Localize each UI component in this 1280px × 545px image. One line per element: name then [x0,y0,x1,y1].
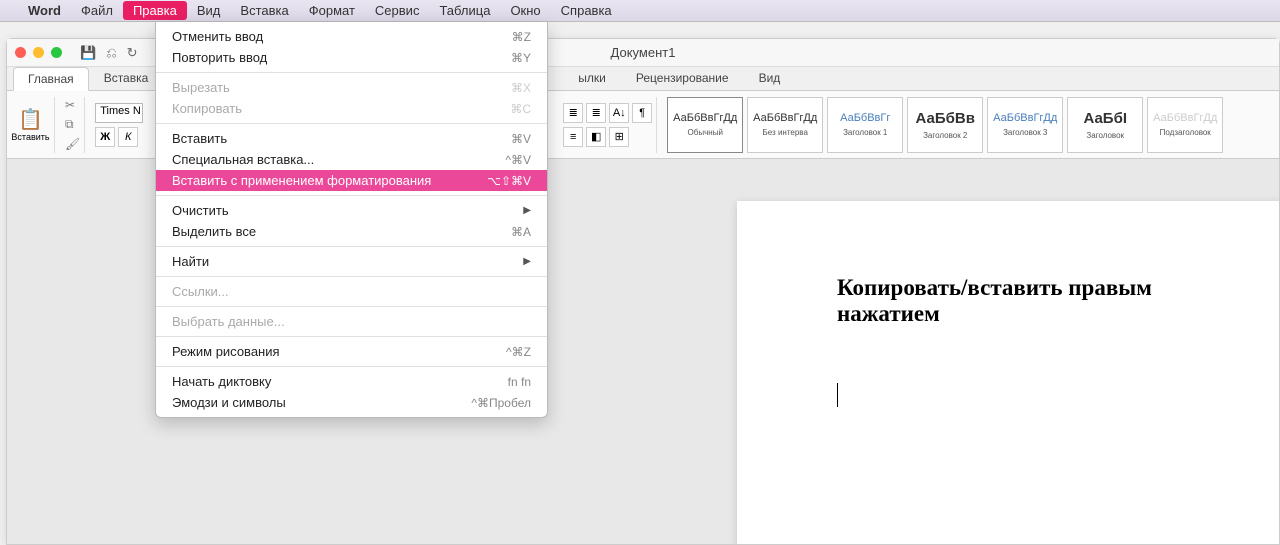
menu-window[interactable]: Окно [500,1,550,20]
menu-select-all[interactable]: Выделить все⌘A [156,221,547,242]
menu-dictate[interactable]: Начать диктовкуfn fn [156,371,547,392]
copy-icon[interactable]: ⧉ [65,117,80,132]
tab-references[interactable]: ылки [563,66,621,90]
menu-cut: Вырезать⌘X [156,77,547,98]
style-heading3[interactable]: АаБбВвГгДдЗаголовок 3 [987,97,1063,153]
paragraph-group: ≣ ≣ A↓ ¶ ≡ ◧ ⊞ [559,97,657,153]
style-subtitle[interactable]: АаБбВвГгДдПодзаголовок [1147,97,1223,153]
font-group: Times N Ж К [91,103,147,147]
cut-icon[interactable]: ✂ [65,98,80,112]
save-icon[interactable]: 💾 [80,45,96,61]
document-heading: Копировать/вставить правым нажатием [837,275,1257,327]
align-left-icon[interactable]: ≡ [563,127,583,147]
style-heading1[interactable]: АаБбВвГгЗаголовок 1 [827,97,903,153]
menu-select-data: Выбрать данные... [156,311,547,332]
menu-table[interactable]: Таблица [429,1,500,20]
menu-help[interactable]: Справка [551,1,622,20]
style-normal[interactable]: АаБбВвГгДдОбычный [667,97,743,153]
menu-paste-match-format[interactable]: Вставить с применением форматирования⌥⇧⌘… [156,170,547,191]
menu-undo[interactable]: Отменить ввод⌘Z [156,26,547,47]
menu-insert[interactable]: Вставка [230,1,298,20]
style-title[interactable]: АаБбІЗаголовок [1067,97,1143,153]
undo-icon[interactable]: ⎌ [106,45,116,61]
menu-emoji[interactable]: Эмодзи и символы^⌘Пробел [156,392,547,413]
menu-tools[interactable]: Сервис [365,1,430,20]
menu-draw-mode[interactable]: Режим рисования^⌘Z [156,341,547,362]
menu-clear[interactable]: Очистить▶ [156,200,547,221]
paste-label: Вставить [11,132,49,142]
indent-increase-icon[interactable]: ≣ [586,103,606,123]
pilcrow-icon[interactable]: ¶ [632,103,652,123]
italic-button[interactable]: К [118,127,138,147]
bold-button[interactable]: Ж [95,127,115,147]
menu-links: Ссылки... [156,281,547,302]
style-no-spacing[interactable]: АаБбВвГгДдБез интерва [747,97,823,153]
redo-icon[interactable]: ↻ [127,45,138,61]
menu-format[interactable]: Формат [299,1,365,20]
clipboard-small: ✂ ⧉ 🖌 [61,97,85,153]
menu-view[interactable]: Вид [187,1,231,20]
tab-insert[interactable]: Вставка [89,66,164,90]
menu-paste[interactable]: Вставить⌘V [156,128,547,149]
page[interactable]: Копировать/вставить правым нажатием [737,201,1279,544]
tab-review[interactable]: Рецензирование [621,66,744,90]
menu-copy: Копировать⌘C [156,98,547,119]
tab-view[interactable]: Вид [744,66,796,90]
close-button[interactable] [15,47,26,58]
traffic-lights [15,47,62,58]
menu-edit[interactable]: Правка [123,1,187,20]
menu-paste-special[interactable]: Специальная вставка...^⌘V [156,149,547,170]
indent-decrease-icon[interactable]: ≣ [563,103,583,123]
borders-icon[interactable]: ⊞ [609,127,629,147]
shading-icon[interactable]: ◧ [586,127,606,147]
minimize-button[interactable] [33,47,44,58]
clipboard-icon: 📋 [18,107,43,132]
menu-app[interactable]: Word [18,1,71,20]
menu-file[interactable]: Файл [71,1,123,20]
paste-button[interactable]: 📋 Вставить [13,97,55,153]
tab-home[interactable]: Главная [13,67,89,91]
style-heading2[interactable]: АаБбВвЗаголовок 2 [907,97,983,153]
menu-find[interactable]: Найти▶ [156,251,547,272]
quick-access-toolbar: 💾 ⎌ ↻ [80,45,138,61]
mac-menubar: Word Файл Правка Вид Вставка Формат Серв… [0,0,1280,22]
format-painter-icon[interactable]: 🖌 [65,137,80,151]
text-cursor [837,383,838,407]
zoom-button[interactable] [51,47,62,58]
font-family-select[interactable]: Times N [95,103,143,123]
menu-redo[interactable]: Повторить ввод⌘Y [156,47,547,68]
styles-gallery: АаБбВвГгДдОбычный АаБбВвГгДдБез интерва … [667,97,1223,153]
sort-icon[interactable]: A↓ [609,103,629,123]
edit-dropdown: Отменить ввод⌘Z Повторить ввод⌘Y Вырезат… [155,22,548,418]
